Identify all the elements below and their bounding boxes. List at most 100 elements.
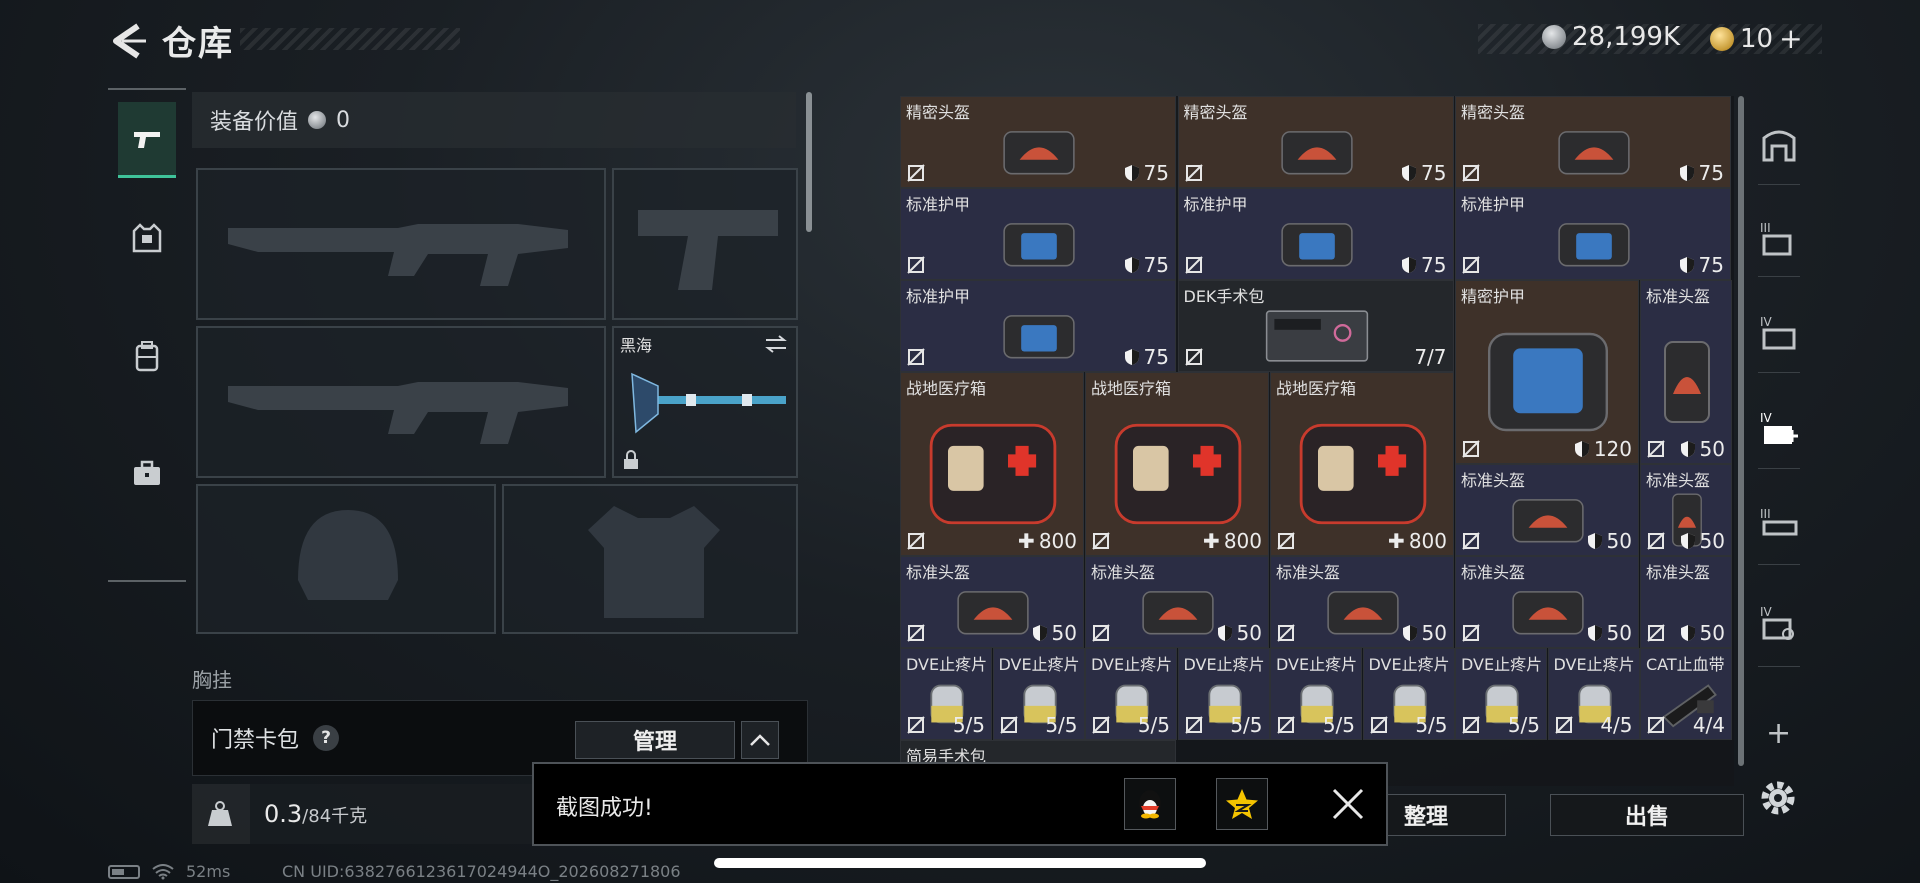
svg-text:IV: IV [1760,315,1773,329]
add-storage-tab-icon[interactable]: + [1766,716,1791,751]
item-name: 精密头盔 [906,103,971,122]
helmet-slot[interactable] [196,484,496,634]
inventory-item[interactable]: CAT止血带 4/4 [1640,648,1732,740]
sidearm-slot[interactable] [612,168,798,320]
svg-text:III: III [1760,507,1771,521]
swap-icon[interactable] [764,334,788,354]
not-droppable-icon [907,164,925,182]
item-icon [1558,131,1630,175]
tab-weapons[interactable] [118,102,176,178]
durability-shield-icon [1032,625,1047,641]
durability-shield-icon [1587,533,1602,549]
tab-storage-main[interactable] [1756,122,1802,168]
back-arrow-icon[interactable] [108,20,150,62]
backpack-icon [135,341,159,372]
tab-storage-4a[interactable]: IV [1756,310,1802,356]
tab-storage-medical[interactable]: IV [1756,406,1802,452]
inventory-item[interactable]: 标准头盔 50 [1640,556,1732,648]
inventory-item[interactable]: 标准头盔 50 [1085,556,1269,648]
title-decoration [240,28,460,50]
qq-penguin-icon [1139,790,1161,819]
inventory-item[interactable]: 战地医疗箱 ✚ 800 [900,372,1084,556]
inventory-item[interactable]: 标准护甲 75 [900,188,1176,280]
uid-text: CN UID:6382766123617024944O_202608271806 [282,862,681,881]
inventory-item[interactable]: 标准头盔 50 [1270,556,1454,648]
tab-storage-4b[interactable]: IV [1756,600,1802,646]
storage-tier4-icon: IV [1760,315,1796,350]
lock-icon [624,450,638,469]
tab-armor[interactable] [118,200,176,276]
home-indicator[interactable] [714,858,1206,868]
storage-tab-rail: III IV IV III IV [1748,96,1810,726]
inventory-item[interactable]: DVE止疼片 5/5 [992,648,1085,740]
item-name: 精密头盔 [1461,103,1526,122]
inventory-item[interactable]: 精密护甲 120 [1455,280,1639,464]
inventory-item[interactable]: 精密头盔 75 [900,96,1176,188]
weight-readout: 0.3/84千克 [264,800,367,828]
not-droppable-icon [907,348,925,366]
manage-button[interactable]: 管理 [575,721,735,759]
share-qzone-button[interactable] [1216,778,1268,830]
inventory-item[interactable]: DEK手术包 7/7 [1177,280,1454,372]
item-name: 战地医疗箱 [1276,379,1357,398]
tab-storage-3b[interactable]: III [1756,502,1802,548]
rifle-silhouette-icon [228,224,568,286]
inventory-item[interactable]: 标准头盔 50 [900,556,1084,648]
svg-text:IV: IV [1760,411,1773,425]
inventory-item[interactable]: 标准护甲 75 [1455,188,1731,280]
add-currency-icon[interactable]: + [1779,22,1802,55]
inventory-scrollbar[interactable] [1738,96,1744,766]
item-value-text: 75 [1143,345,1169,369]
not-droppable-icon [1554,716,1573,734]
inventory-item[interactable]: DVE止疼片 5/5 [1085,648,1177,740]
melee-slot[interactable]: 黑海 [612,326,798,478]
item-name: DVE止疼片 [1276,655,1358,674]
not-droppable-icon [1092,532,1110,550]
equipment-scrollbar[interactable] [806,92,812,232]
inventory-item[interactable]: DVE止疼片 5/5 [1177,648,1270,740]
inventory-item[interactable]: DVE止疼片 5/5 [900,648,992,740]
not-droppable-icon [1277,624,1295,642]
tab-case[interactable] [118,436,176,512]
inventory-item[interactable]: 标准头盔 50 [1640,280,1732,464]
tab-backpack[interactable] [118,318,176,394]
inventory-item[interactable]: DVE止疼片 4/5 [1547,648,1640,740]
collapse-button[interactable] [741,721,779,759]
inventory-item[interactable]: DVE止疼片 5/5 [1455,648,1547,740]
item-value-text: 50 [1606,529,1632,553]
inventory-item[interactable]: 标准头盔 50 [1455,556,1639,648]
close-icon[interactable] [1330,786,1366,822]
item-value-text: 120 [1593,437,1632,461]
sell-button[interactable]: 出售 [1550,794,1744,836]
item-value: 75 [1124,161,1169,185]
inventory-item[interactable]: 标准护甲 75 [900,280,1176,372]
durability-shield-icon [1680,625,1695,641]
inventory-item[interactable]: 战地医疗箱 ✚ 800 [1270,372,1454,556]
tab-storage-3[interactable]: III [1756,216,1802,262]
inventory-item[interactable]: DVE止疼片 5/5 [1362,648,1455,740]
inventory-item[interactable]: 标准护甲 75 [1177,188,1454,280]
item-value-text: 75 [1698,253,1724,277]
not-droppable-icon [907,624,925,642]
secondary-weapon-slot[interactable] [196,326,606,478]
vest-icon [132,223,162,253]
not-droppable-icon [1184,348,1203,366]
inventory-item[interactable]: 标准头盔 50 [1640,464,1732,556]
inventory-item[interactable]: DVE止疼片 5/5 [1270,648,1362,740]
share-qq-button[interactable] [1124,778,1176,830]
gold-currency[interactable]: 10 + [1710,22,1803,55]
storage-tier3-icon: III [1760,507,1798,536]
body-armor-slot[interactable] [502,484,798,634]
durability-shield-icon [1124,257,1139,273]
item-name: 精密头盔 [1183,103,1248,122]
weight-icon [208,801,232,826]
help-icon[interactable]: ? [313,725,339,751]
inventory-item[interactable]: 精密头盔 75 [1455,96,1731,188]
gear-icon[interactable] [1758,778,1798,818]
inventory-item[interactable]: 战地医疗箱 ✚ 800 [1085,372,1269,556]
inventory-item[interactable]: 精密头盔 75 [1177,96,1454,188]
primary-weapon-slot[interactable] [196,168,606,320]
storage-tier4-icon: IV [1760,605,1794,640]
item-value: 50 [1587,621,1632,645]
inventory-item[interactable]: 标准头盔 50 [1455,464,1639,556]
